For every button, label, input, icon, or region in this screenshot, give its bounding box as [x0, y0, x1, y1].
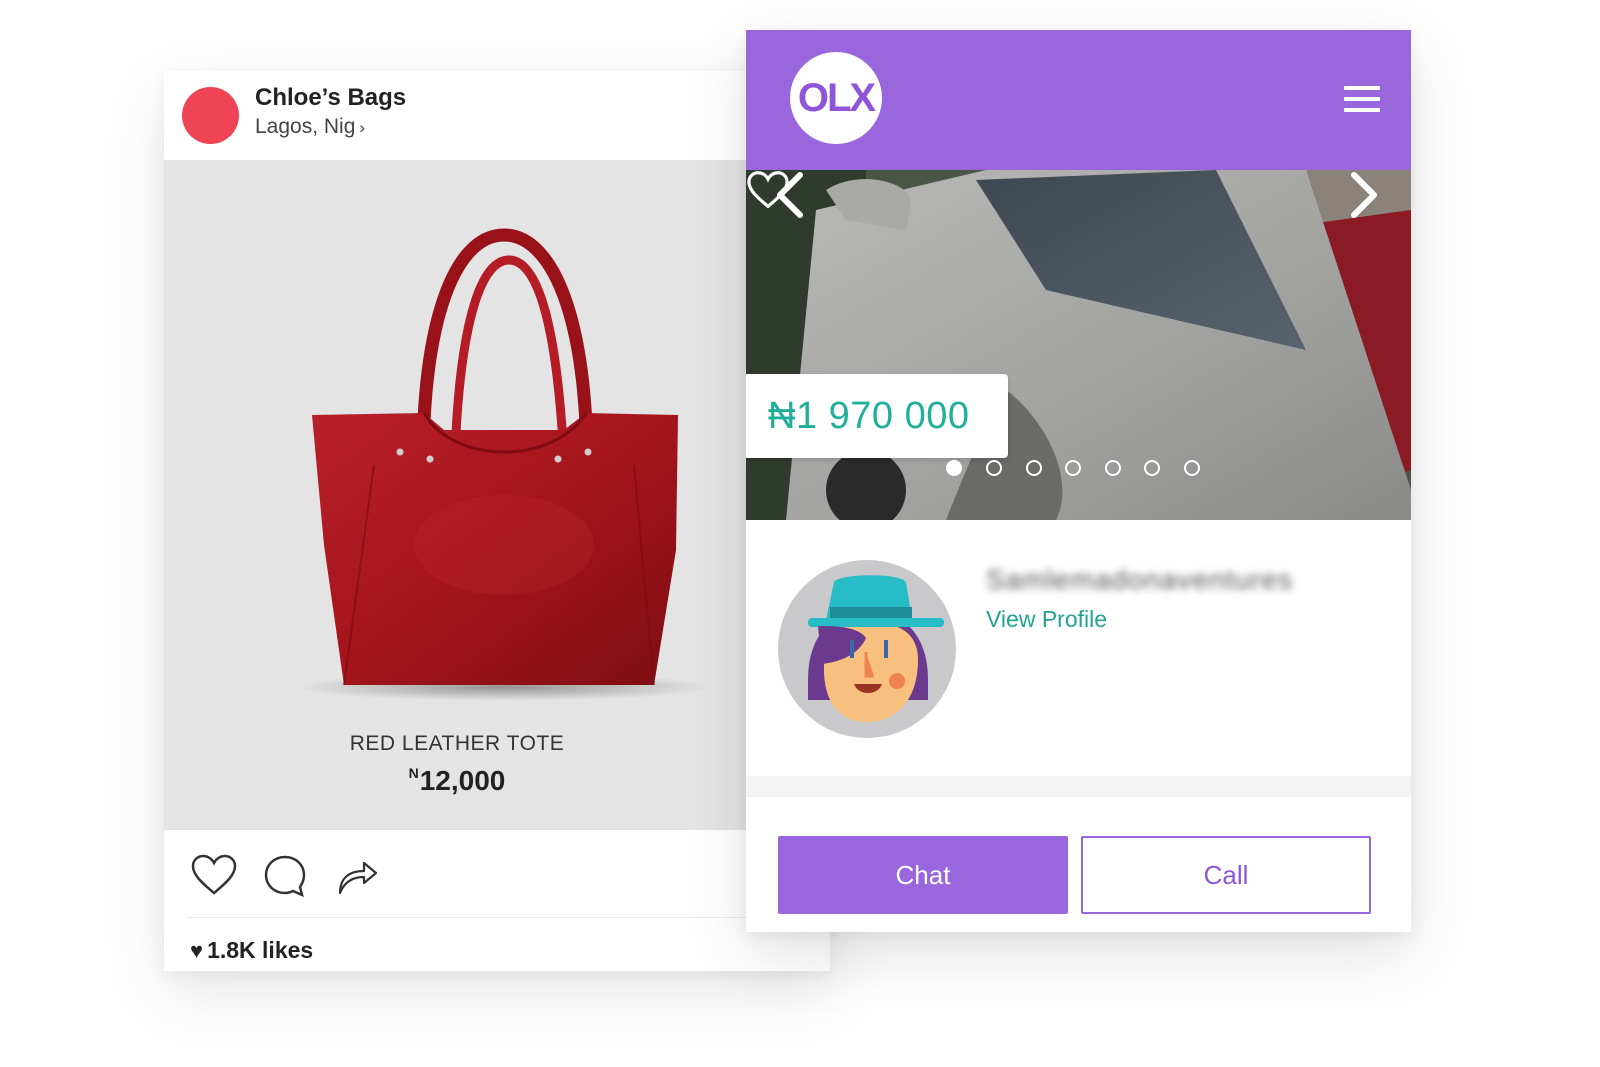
call-button[interactable]: Call	[1081, 836, 1371, 914]
post-image[interactable]: RED LEATHER TOTE N12,000	[164, 160, 830, 830]
carousel-dot-3[interactable]	[1026, 460, 1042, 476]
divider	[186, 917, 808, 918]
share-icon[interactable]	[334, 853, 380, 899]
comment-icon[interactable]	[262, 853, 308, 899]
olx-listing-card: OLX ₦1 970 000 Samlemadonaventures View …	[746, 30, 1411, 932]
price-tag: ₦1 970 000	[746, 374, 1008, 458]
red-tote-bag-image	[304, 228, 704, 701]
hamburger-menu-icon[interactable]	[1344, 86, 1380, 119]
heart-filled-icon: ♥	[190, 938, 204, 963]
carousel-dot-2[interactable]	[986, 460, 1002, 476]
location-label: Lagos, Nig	[255, 115, 356, 138]
carousel-dot-5[interactable]	[1105, 460, 1121, 476]
product-name: RED LEATHER TOTE	[349, 732, 565, 755]
olx-logo-text: OLX	[797, 75, 876, 120]
stage: Chloe’s Bags Lagos, Nig › RED LEATHER TO…	[0, 0, 1600, 1067]
post-actions	[190, 853, 490, 903]
olx-logo[interactable]: OLX	[790, 52, 882, 144]
carousel-dot-4[interactable]	[1065, 460, 1081, 476]
post-header: Chloe’s Bags Lagos, Nig ›	[164, 71, 830, 160]
carousel-dot-7[interactable]	[1184, 460, 1200, 476]
likes-count[interactable]: ♥ 1.8K likes	[190, 937, 313, 964]
seller-section: Samlemadonaventures View Profile	[746, 520, 1411, 777]
price-value: 12,000	[419, 765, 506, 796]
product-price: N12,000	[164, 765, 750, 797]
account-name[interactable]: Chloe’s Bags	[255, 84, 406, 112]
olx-header: OLX	[746, 30, 1411, 170]
listing-price: ₦1 970 000	[768, 394, 970, 437]
carousel-dot-6[interactable]	[1144, 460, 1160, 476]
seller-name: Samlemadonaventures	[986, 564, 1293, 595]
likes-label: 1.8K likes	[207, 937, 314, 963]
listing-photo-carousel[interactable]: ₦1 970 000	[746, 170, 1411, 520]
instagram-post-card: Chloe’s Bags Lagos, Nig › RED LEATHER TO…	[164, 71, 830, 971]
currency-symbol: N	[408, 765, 419, 781]
heart-icon[interactable]	[190, 853, 238, 897]
favorite-heart-icon[interactable]	[746, 170, 790, 210]
seller-avatar[interactable]	[778, 560, 956, 738]
section-divider	[746, 776, 1411, 797]
chevron-right-icon[interactable]	[1344, 170, 1384, 220]
carousel-dot-1[interactable]	[946, 460, 962, 476]
chevron-right-icon: ›	[359, 118, 366, 137]
view-profile-link[interactable]: View Profile	[986, 606, 1107, 633]
chat-button[interactable]: Chat	[778, 836, 1068, 914]
location[interactable]: Lagos, Nig ›	[255, 115, 365, 139]
avatar[interactable]	[182, 87, 239, 144]
